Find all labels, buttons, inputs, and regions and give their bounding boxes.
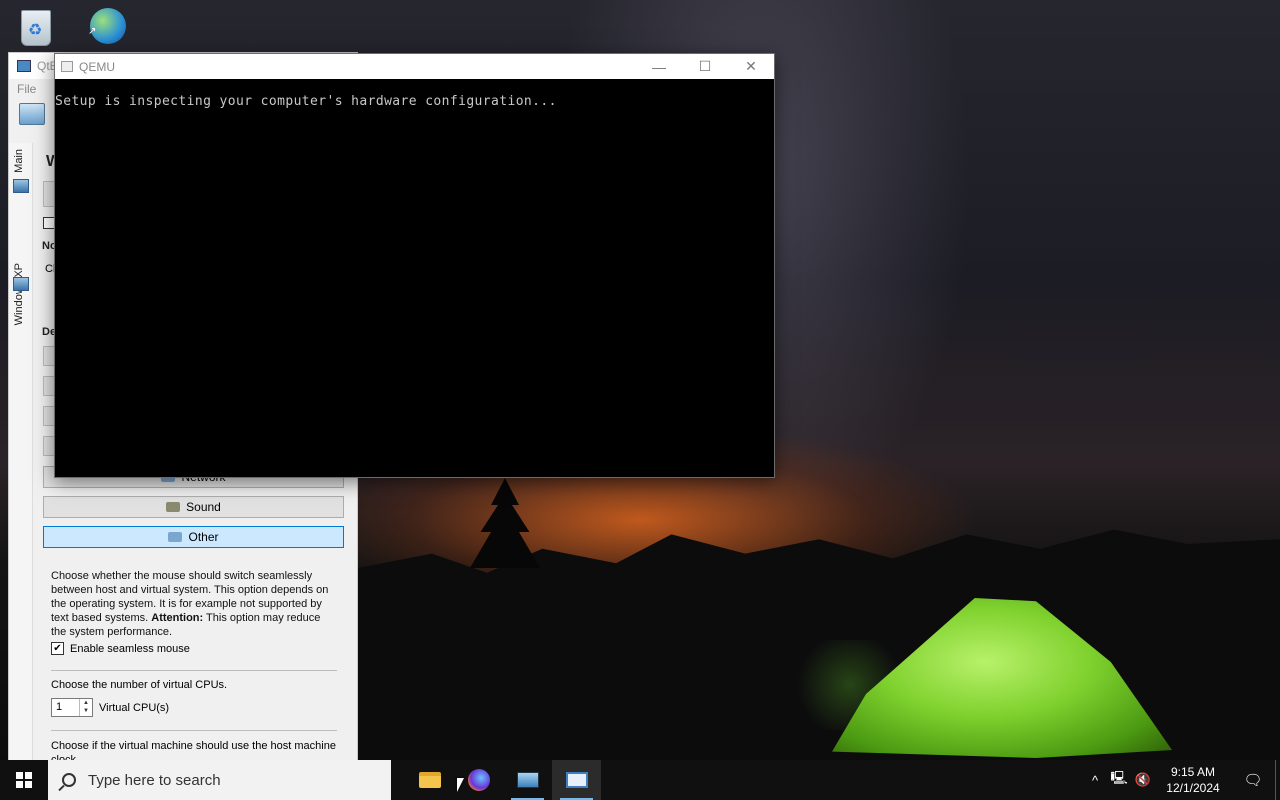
divider [51, 730, 337, 731]
spin-arrows-icon[interactable]: ▲ ▼ [79, 699, 92, 716]
qemu-title: QEMU [79, 59, 115, 74]
qemu-icon [565, 772, 588, 788]
search-placeholder: Type here to search [88, 771, 221, 789]
tab-main[interactable]: Main [13, 149, 25, 173]
divider [51, 670, 337, 671]
qtemu-app-icon [17, 60, 31, 72]
search-box[interactable]: Type here to search [48, 760, 391, 800]
qemu-window: QEMU — ☐ ✕ Setup is inspecting your comp… [54, 53, 775, 478]
clock-date: 12/1/2024 [1166, 781, 1220, 795]
close-icon[interactable]: ✕ [728, 54, 774, 79]
cpu-count-value: 1 [56, 701, 63, 713]
clock-prompt: Choose if the virtual machine should use… [51, 740, 336, 762]
file-explorer-icon [418, 772, 441, 788]
system-tray: ^ 🖳 🔇 9:15 AM 12/1/2024 🗨 [1083, 760, 1280, 800]
tab-windows-xp[interactable]: Windows XP [13, 263, 25, 325]
qemu-titlebar[interactable]: QEMU — ☐ ✕ [55, 54, 774, 79]
side-tab-bar: Main Windows XP [9, 143, 33, 761]
wallpaper-tree [470, 478, 540, 568]
cpu-suffix-label: Virtual CPU(s) [99, 702, 170, 714]
maximize-icon[interactable]: ☐ [682, 54, 728, 79]
console-output[interactable]: Setup is inspecting your computer's hard… [55, 94, 557, 109]
cpu-count-spinbox[interactable]: 1 ▲ ▼ [51, 698, 93, 717]
clock[interactable]: 9:15 AM 12/1/2024 [1155, 764, 1231, 796]
seamless-mouse-description: Choose whether the mouse should switch s… [51, 569, 336, 639]
cpu-prompt: Choose the number of virtual CPUs. [51, 679, 228, 691]
mouse-cursor-icon [457, 778, 464, 792]
firefox-icon [467, 769, 490, 791]
computer-icon [168, 532, 183, 542]
other-label: Other [188, 530, 219, 544]
taskbar-qemu[interactable] [552, 760, 601, 800]
speaker-icon [166, 502, 181, 512]
chevron-up-icon[interactable]: ^ [1083, 760, 1107, 800]
monitor-icon[interactable] [19, 103, 45, 125]
window-controls: — ☐ ✕ [636, 54, 774, 79]
seamless-mouse-checkbox[interactable]: ✔ [51, 642, 64, 655]
attention-label: Attention: [151, 612, 204, 624]
network-icon[interactable]: 🖳 [1107, 760, 1131, 800]
clock-time: 9:15 AM [1170, 765, 1216, 779]
start-button[interactable] [0, 760, 48, 800]
vm-icon [13, 277, 29, 291]
sound-button[interactable]: Sound [43, 496, 344, 518]
internet-download-manager-icon[interactable]: ↗ [86, 4, 130, 48]
show-desktop-button[interactable] [1275, 760, 1280, 800]
seamless-mouse-label: Enable seamless mouse [70, 642, 190, 655]
notifications-icon[interactable]: 🗨 [1231, 771, 1275, 789]
taskbar-qtemu[interactable] [503, 760, 552, 800]
qtemu-icon [516, 772, 539, 788]
volume-muted-icon[interactable]: 🔇 [1131, 760, 1155, 800]
minimize-icon[interactable]: — [636, 54, 682, 79]
sound-label: Sound [186, 500, 221, 514]
qemu-app-icon [61, 61, 73, 72]
seamless-mouse-row[interactable]: ✔ Enable seamless mouse [51, 642, 190, 655]
windows-logo-icon [16, 772, 32, 788]
menu-file[interactable]: File [17, 82, 36, 96]
other-button[interactable]: Other [43, 526, 344, 548]
vm-icon [13, 179, 29, 193]
search-icon [62, 773, 76, 787]
recycle-bin-icon[interactable] [14, 6, 58, 50]
taskbar: Type here to search ^ 🖳 🔇 9:15 AM 12/1/2… [0, 760, 1280, 800]
taskbar-file-explorer[interactable] [405, 760, 454, 800]
